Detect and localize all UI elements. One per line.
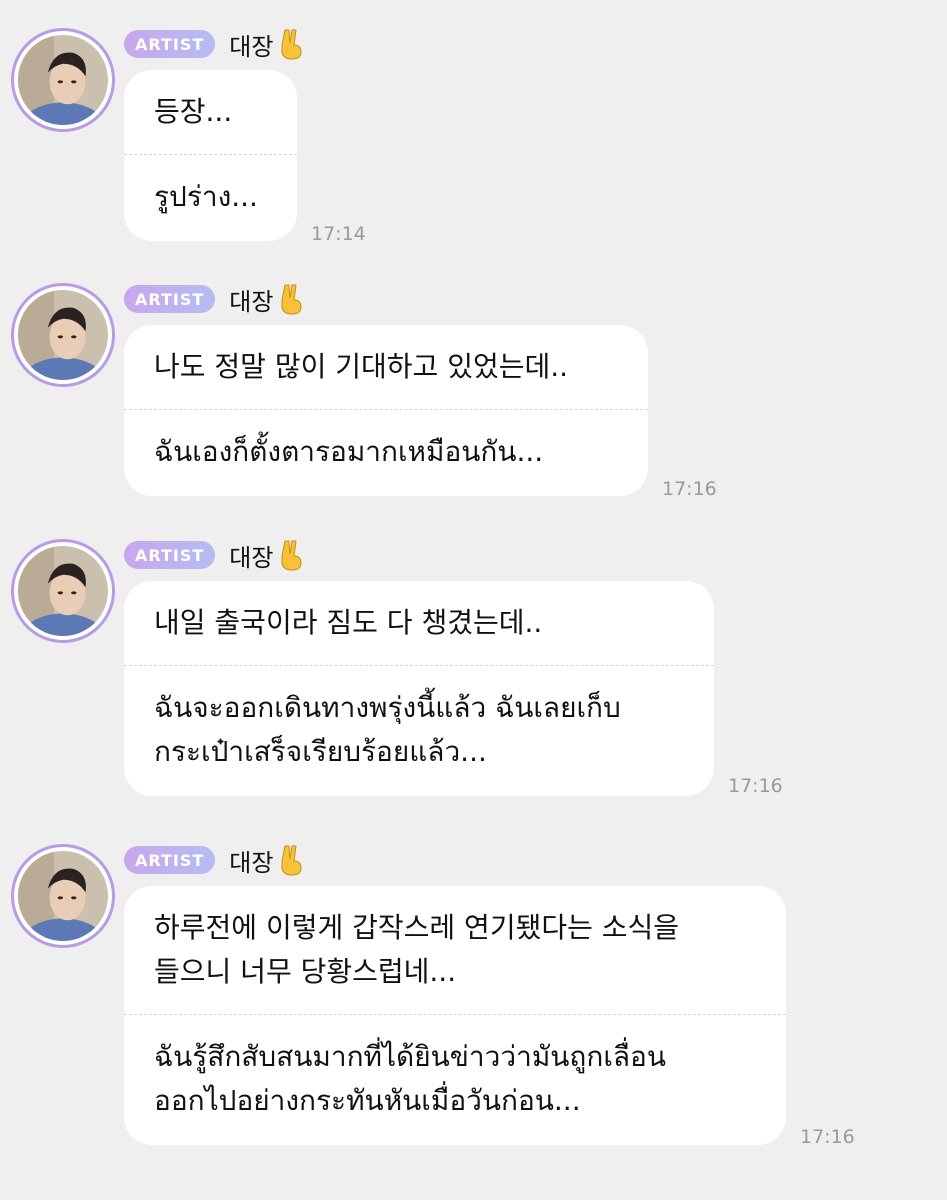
translated-text: ฉันจะออกเดินทางพรุ่งนี้แล้ว ฉันเลยเก็บ ก… [154,691,621,768]
artist-badge: ARTIST [124,30,216,58]
message-bubble[interactable]: 나도 정말 많이 기대하고 있었는데.. ฉันเองก็ตั้งตารอมาก… [124,325,648,496]
sender-name-text: 대장 [229,287,274,316]
sender-name[interactable]: 대장 [229,843,305,878]
avatar-photo [18,35,108,125]
artist-badge: ARTIST [124,846,216,874]
avatar-photo [18,290,108,380]
avatar[interactable] [11,283,115,387]
message-bubble[interactable]: 내일 출국이라 짐도 다 챙겼는데.. ฉันจะออกเดินทางพรุ่ง… [124,581,714,796]
message-timestamp: 17:16 [728,775,783,797]
avatar-photo [18,546,108,636]
avatar[interactable] [11,539,115,643]
artist-badge: ARTIST [124,285,216,313]
victory-hand-icon [281,284,302,315]
avatar[interactable] [11,28,115,132]
original-text: 내일 출국이라 짐도 다 챙겼는데.. [154,606,543,639]
message-timestamp: 17:16 [662,478,717,500]
sender-name[interactable]: 대장 [229,538,305,573]
original-text: 등장... [154,95,233,128]
sender-name-text: 대장 [229,543,274,572]
avatar-photo [18,851,108,941]
original-text: 나도 정말 많이 기대하고 있었는데.. [154,350,569,383]
translated-text: รูปร่าง... [154,180,258,213]
message-timestamp: 17:14 [311,223,366,245]
victory-hand-icon [281,845,302,876]
translated-text: ฉันรู้สึกสับสนมากที่ได้ยินข่าวว่ามันถูกเ… [154,1040,667,1117]
victory-hand-icon [281,29,302,60]
message-timestamp: 17:16 [800,1126,855,1148]
sender-name-text: 대장 [229,32,274,61]
sender-name-text: 대장 [229,848,274,877]
sender-name[interactable]: 대장 [229,282,305,317]
original-text: 하루전에 이렇게 갑작스레 연기됐다는 소식을 들으니 너무 당황스럽네... [154,911,680,988]
artist-badge: ARTIST [124,541,216,569]
message-bubble[interactable]: 등장... รูปร่าง... [124,70,297,241]
victory-hand-icon [281,540,302,571]
message-bubble[interactable]: 하루전에 이렇게 갑작스레 연기됐다는 소식을 들으니 너무 당황스럽네... … [124,886,786,1145]
avatar[interactable] [11,844,115,948]
translated-text: ฉันเองก็ตั้งตารอมากเหมือนกัน... [154,435,544,468]
sender-name[interactable]: 대장 [229,27,305,62]
chat-thread[interactable]: ARTIST 대장 등장... รูปร่าง... 17:14 ARTIST … [0,0,947,1200]
